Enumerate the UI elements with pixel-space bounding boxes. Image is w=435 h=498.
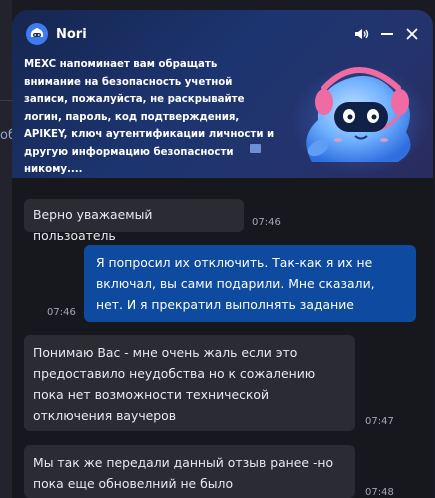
chat-window: Nori MEXC напоминает вам обращать вниман… [12, 10, 433, 498]
chat-header: Nori MEXC напоминает вам обращать вниман… [12, 10, 433, 178]
message-time: 07:46 [252, 217, 281, 228]
message-bubble-user: Я попросил их отключить. Так-как я их не… [84, 245, 416, 322]
message-time: 07:46 [47, 307, 76, 318]
background-divider [0, 100, 12, 101]
nori-logo-icon [26, 23, 48, 45]
close-icon[interactable] [403, 25, 421, 43]
message-time: 07:48 [365, 487, 394, 498]
security-notice: MEXC напоминает вам обращать внимание на… [24, 59, 275, 175]
app-name: Nori [56, 26, 87, 42]
mascot-illustration [290, 65, 430, 175]
window-controls [346, 25, 421, 43]
message-list[interactable]: Верно уважаемый пользоатель 07:46 Я попр… [12, 178, 433, 498]
brand: Nori [26, 23, 87, 45]
message-time: 07:47 [365, 416, 394, 427]
mail-icon[interactable] [250, 144, 261, 153]
minimize-icon[interactable] [378, 25, 396, 43]
message-bubble-bot: Верно уважаемый пользоатель [24, 199, 244, 243]
speaker-icon[interactable] [353, 25, 371, 43]
message-bubble-bot: Мы так же передали данный отзыв ранее -н… [24, 445, 355, 498]
message-bubble-bot: Понимаю Вас - мне очень жаль если это пр… [24, 335, 355, 431]
background-page: об [0, 0, 16, 498]
